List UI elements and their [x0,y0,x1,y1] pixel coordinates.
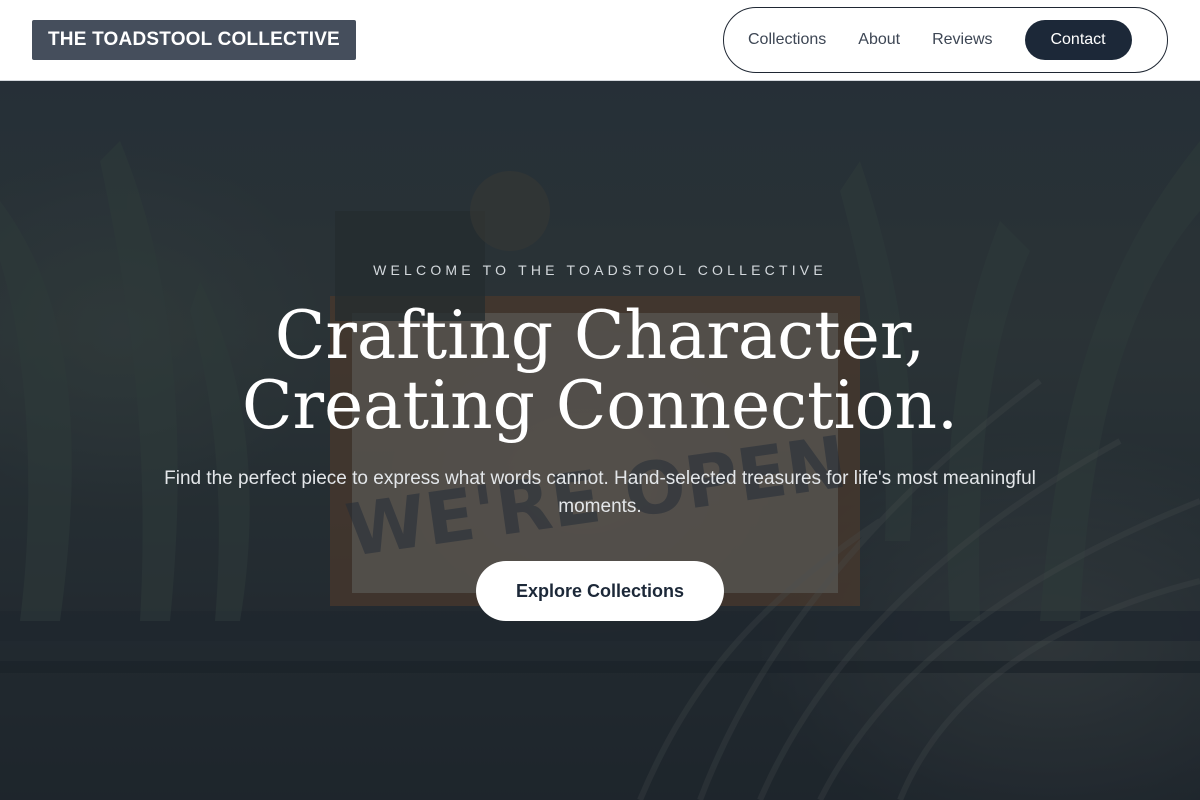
hero-headline: Crafting Character, Creating Connection. [0,301,1200,441]
nav-link-reviews[interactable]: Reviews [932,31,992,49]
hero-eyebrow: WELCOME TO THE TOADSTOOL COLLECTIVE [373,262,827,278]
hero-subtext: Find the perfect piece to express what w… [164,468,1036,517]
nav-link-about[interactable]: About [858,31,900,49]
main-nav: Collections About Reviews Contact [723,7,1168,73]
brand-logo[interactable]: THE TOADSTOOL COLLECTIVE [32,20,356,60]
hero-headline-line2: Creating Connection. [242,367,958,444]
explore-collections-button[interactable]: Explore Collections [476,561,724,621]
hero-section: WE'RE OPEN WELCOME TO THE TOADSTOOL COLL… [0,81,1200,800]
site-header: THE TOADSTOOL COLLECTIVE Collections Abo… [0,0,1200,81]
hero-headline-line1: Crafting Character, [274,297,926,374]
nav-link-collections[interactable]: Collections [748,31,826,49]
hero-content: WELCOME TO THE TOADSTOOL COLLECTIVE Craf… [0,81,1200,800]
nav-contact-button[interactable]: Contact [1024,20,1132,60]
